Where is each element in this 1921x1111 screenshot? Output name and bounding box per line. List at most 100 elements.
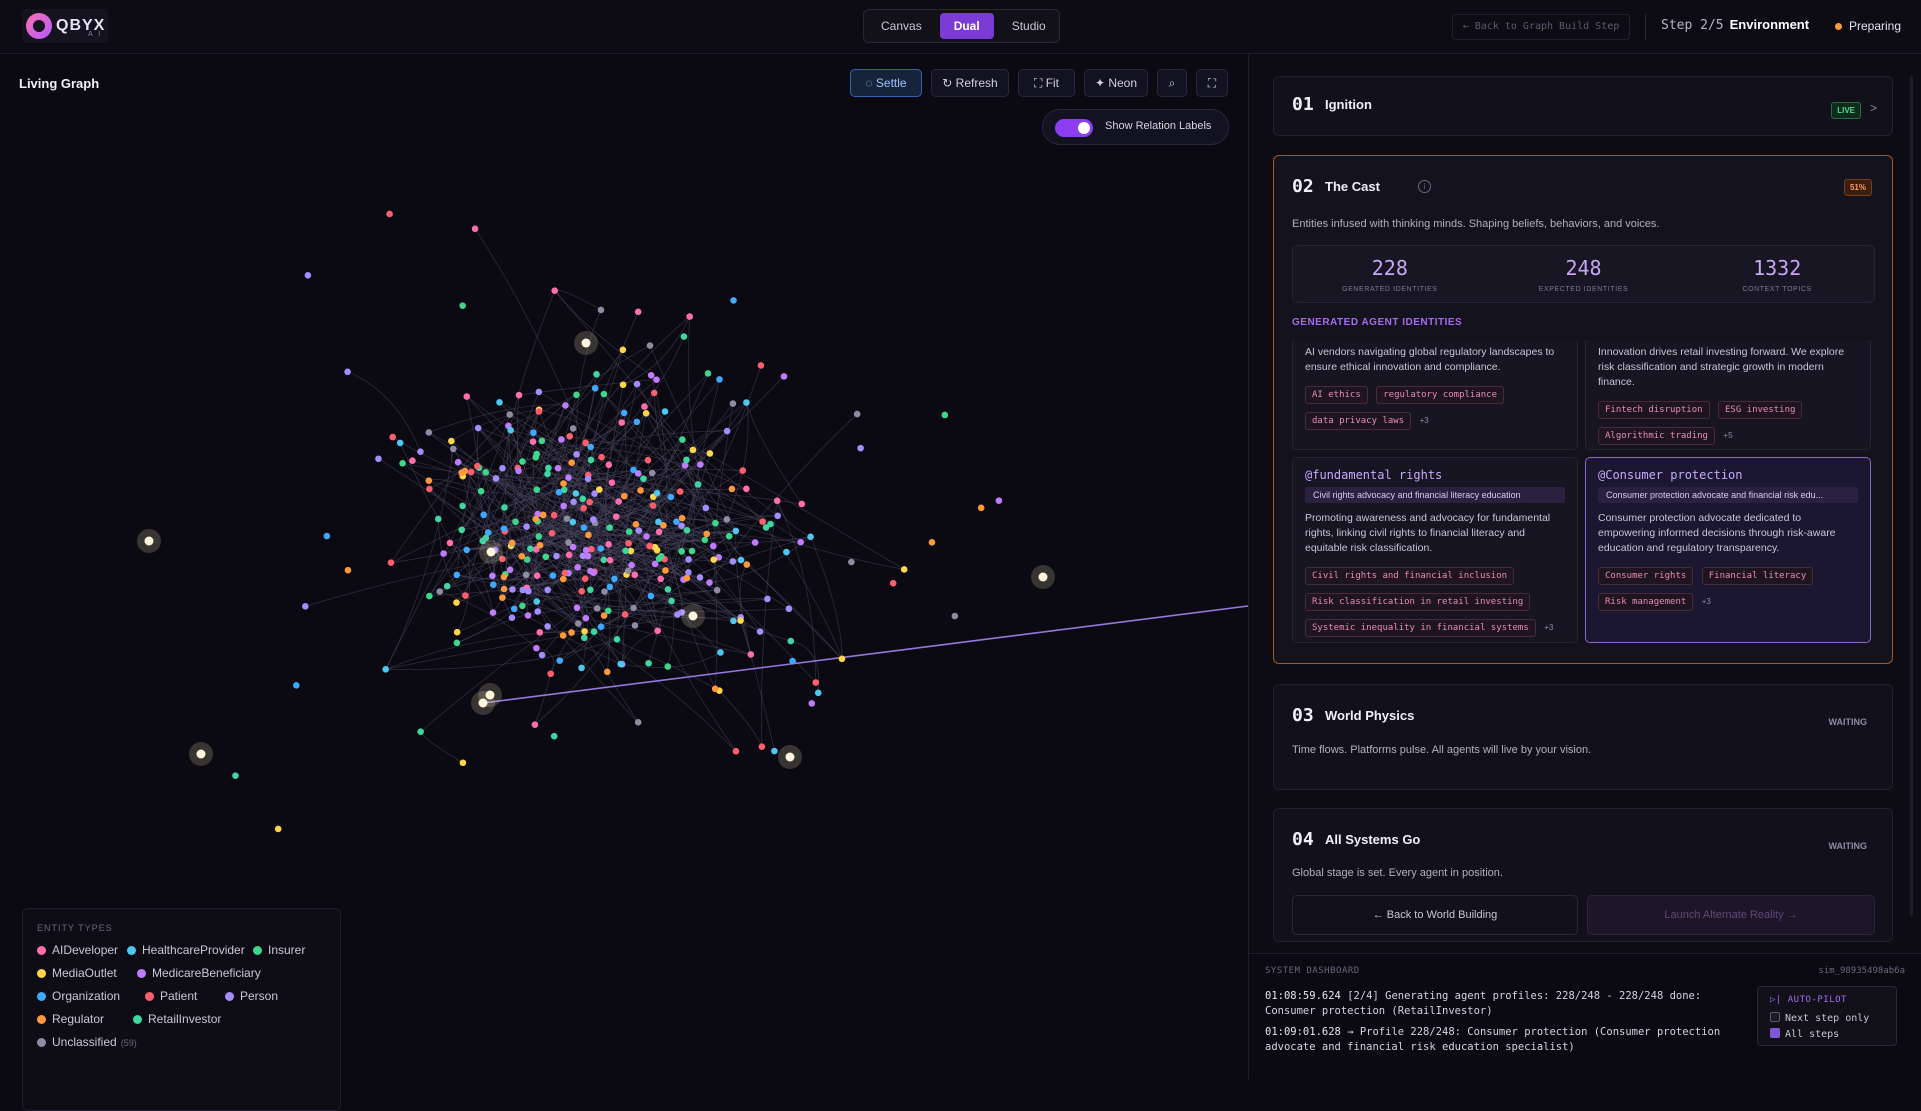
graph-node[interactable] bbox=[458, 469, 465, 477]
graph-node[interactable] bbox=[539, 511, 547, 519]
graph-node[interactable] bbox=[506, 566, 514, 574]
graph-node[interactable] bbox=[409, 457, 416, 465]
info-icon[interactable]: i bbox=[1418, 180, 1431, 193]
graph-node[interactable] bbox=[477, 487, 485, 495]
graph-node[interactable] bbox=[387, 559, 395, 566]
graph-node[interactable] bbox=[581, 575, 589, 582]
graph-node[interactable] bbox=[545, 464, 552, 472]
graph-node[interactable] bbox=[655, 555, 663, 562]
graph-node[interactable] bbox=[758, 743, 766, 750]
graph-node[interactable] bbox=[561, 569, 569, 577]
graph-node[interactable] bbox=[450, 445, 457, 453]
graph-node[interactable] bbox=[657, 575, 664, 583]
graph-node[interactable] bbox=[551, 287, 559, 294]
graph-node[interactable] bbox=[425, 477, 433, 484]
graph-node[interactable] bbox=[716, 376, 723, 383]
fit-button[interactable]: ⛶ Fit bbox=[1018, 69, 1075, 97]
graph-node[interactable] bbox=[573, 604, 581, 612]
neon-button[interactable]: ✦ Neon bbox=[1084, 69, 1148, 97]
graph-node[interactable] bbox=[723, 427, 731, 435]
graph-node[interactable] bbox=[453, 599, 460, 606]
graph-node[interactable] bbox=[667, 493, 675, 501]
graph-node[interactable] bbox=[568, 629, 575, 636]
graph-node[interactable] bbox=[463, 546, 471, 554]
graph-node[interactable] bbox=[459, 759, 467, 767]
graph-node[interactable] bbox=[509, 586, 516, 593]
graph-node[interactable] bbox=[729, 400, 737, 407]
graph-node[interactable] bbox=[590, 628, 598, 635]
graph-node[interactable] bbox=[563, 515, 571, 523]
graph-node[interactable] bbox=[550, 511, 558, 519]
graph-node[interactable] bbox=[650, 389, 658, 397]
graph-node[interactable] bbox=[535, 408, 543, 415]
graph-node[interactable] bbox=[625, 539, 632, 547]
graph-node[interactable] bbox=[529, 438, 537, 446]
graph-node[interactable] bbox=[631, 622, 639, 629]
graph-node[interactable] bbox=[548, 530, 556, 537]
graph-node[interactable] bbox=[459, 502, 466, 510]
graph-node[interactable] bbox=[570, 498, 577, 506]
graph-node[interactable] bbox=[496, 399, 503, 406]
graph-node[interactable] bbox=[640, 475, 647, 482]
graph-node[interactable] bbox=[951, 612, 959, 620]
graph-node[interactable] bbox=[382, 665, 390, 673]
graph-node[interactable] bbox=[647, 592, 655, 600]
graph-node[interactable] bbox=[426, 592, 433, 600]
graph-node[interactable] bbox=[631, 571, 639, 579]
graph-node[interactable] bbox=[889, 579, 897, 587]
hub-node[interactable] bbox=[1038, 572, 1048, 582]
graph-node[interactable] bbox=[620, 492, 628, 500]
graph-node[interactable] bbox=[664, 663, 672, 670]
legend-item[interactable]: AIDeveloper bbox=[37, 943, 118, 957]
graph-node[interactable] bbox=[812, 679, 820, 686]
graph-node[interactable] bbox=[713, 586, 721, 594]
graph-node[interactable] bbox=[798, 500, 806, 508]
graph-node[interactable] bbox=[569, 518, 577, 526]
graph-node[interactable] bbox=[559, 632, 567, 639]
graph-node[interactable] bbox=[532, 515, 539, 523]
graph-node[interactable] bbox=[787, 637, 795, 645]
graph-node[interactable] bbox=[762, 524, 770, 531]
graph-node[interactable] bbox=[689, 446, 697, 454]
graph-node[interactable] bbox=[463, 393, 471, 400]
graph-node[interactable] bbox=[701, 536, 709, 544]
graph-node[interactable] bbox=[838, 655, 846, 663]
graph-node[interactable] bbox=[584, 475, 592, 483]
graph-node[interactable] bbox=[448, 437, 455, 445]
graph-node[interactable] bbox=[941, 411, 949, 419]
graph-node[interactable] bbox=[900, 566, 908, 573]
graph-node[interactable] bbox=[678, 514, 686, 522]
graph-node[interactable] bbox=[535, 388, 543, 396]
graph-node[interactable] bbox=[737, 617, 744, 624]
graph-node[interactable] bbox=[533, 644, 540, 652]
graph-node[interactable] bbox=[706, 450, 714, 457]
graph-node[interactable] bbox=[600, 612, 608, 619]
graph-node[interactable] bbox=[508, 614, 516, 622]
graph-node[interactable] bbox=[560, 502, 568, 510]
graph-node[interactable] bbox=[681, 462, 689, 469]
graph-node[interactable] bbox=[535, 533, 543, 540]
graph-node[interactable] bbox=[712, 519, 719, 527]
graph-node[interactable] bbox=[536, 541, 544, 549]
graph-node[interactable] bbox=[751, 539, 759, 546]
hub-node[interactable] bbox=[688, 611, 698, 621]
graph-node[interactable] bbox=[759, 518, 766, 525]
graph-node[interactable] bbox=[630, 604, 637, 612]
graph-node[interactable] bbox=[558, 436, 565, 443]
graph-node[interactable] bbox=[613, 636, 621, 643]
graph-node[interactable] bbox=[729, 558, 737, 565]
graph-node[interactable] bbox=[618, 419, 626, 426]
graph-node[interactable] bbox=[474, 462, 481, 470]
graph-node[interactable] bbox=[538, 651, 546, 659]
graph-node[interactable] bbox=[634, 718, 642, 726]
graph-node[interactable] bbox=[688, 547, 696, 555]
graph-node[interactable] bbox=[547, 670, 554, 678]
graph-node[interactable] bbox=[515, 391, 523, 399]
graph-node[interactable] bbox=[686, 313, 693, 320]
graph-node[interactable] bbox=[574, 564, 581, 571]
graph-node[interactable] bbox=[773, 497, 781, 505]
graph-node[interactable] bbox=[519, 586, 527, 594]
graph-node[interactable] bbox=[531, 721, 539, 729]
graph-node[interactable] bbox=[619, 346, 627, 354]
graph-node[interactable] bbox=[597, 306, 605, 314]
